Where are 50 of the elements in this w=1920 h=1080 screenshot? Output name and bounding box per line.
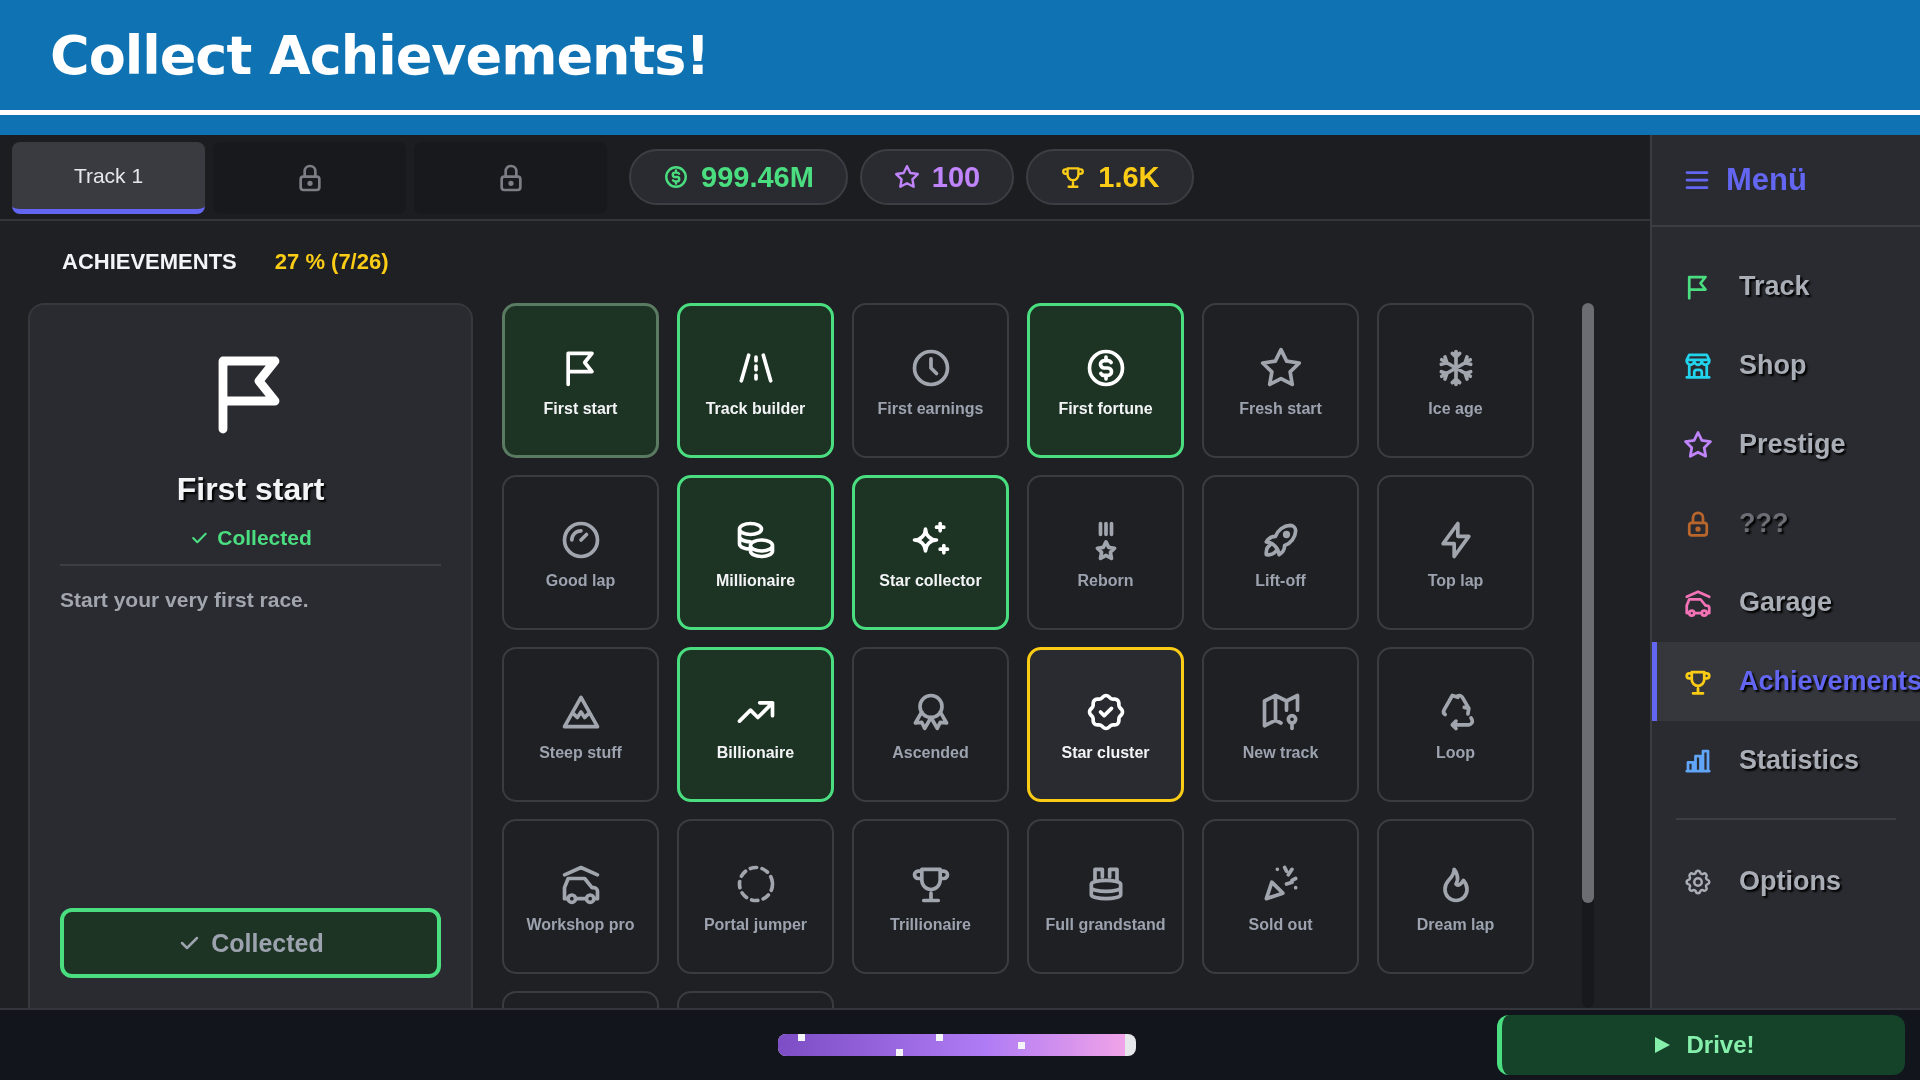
achievement-tile[interactable]: Good lap	[502, 475, 659, 630]
achievement-tile[interactable]: Steep stuff	[502, 647, 659, 802]
achievement-tile[interactable]: Ice age	[1377, 303, 1534, 458]
achievement-tile[interactable]: Billionaire	[677, 647, 834, 802]
progress-count: 27 % (7/26)	[274, 249, 389, 275]
currency-pill: 999.46M	[629, 149, 848, 205]
achievement-tile[interactable]: Dream lap	[1377, 819, 1534, 974]
sparkle	[936, 1034, 943, 1041]
track-tab[interactable]	[213, 142, 406, 214]
menu-item[interactable]: Garage	[1652, 563, 1920, 642]
achievement-tile[interactable]: First start	[502, 303, 659, 458]
achievement-tile[interactable]: Full grandstand	[1027, 819, 1184, 974]
achievement-tile[interactable]: First earnings	[852, 303, 1009, 458]
achievement-tile[interactable]: Top lap	[1377, 475, 1534, 630]
status-text: Collected	[217, 526, 312, 550]
achievement-tile[interactable]: Loop	[1377, 647, 1534, 802]
sparkle	[896, 1049, 903, 1056]
menu-item[interactable]: Prestige	[1652, 405, 1920, 484]
achievement-tile[interactable]: Star collector	[852, 475, 1009, 630]
menu-item[interactable]: Statistics	[1652, 721, 1920, 800]
menu-item[interactable]: Options	[1652, 842, 1920, 921]
achievement-tile[interactable]: First fortune	[1027, 303, 1184, 458]
achievement-tile[interactable]: New track	[1202, 647, 1359, 802]
sparkle	[1018, 1042, 1025, 1049]
track-tab[interactable]: Track 1	[12, 142, 205, 214]
achievement-tile[interactable]: Portal jumper	[677, 819, 834, 974]
currency-pill: 1.6K	[1026, 149, 1194, 205]
drive-button[interactable]: Drive!	[1497, 1015, 1905, 1075]
achievement-tile[interactable]: Reborn	[1027, 475, 1184, 630]
page-title: Collect Achievements!	[50, 23, 710, 87]
track-tab[interactable]	[414, 142, 607, 214]
achievement-tile[interactable]: Trillionaire	[852, 819, 1009, 974]
achievement-tile[interactable]: Star cluster	[1027, 647, 1184, 802]
achievement-tile[interactable]: Sold out	[1202, 819, 1359, 974]
menu-item[interactable]: Shop	[1652, 326, 1920, 405]
achievement-tile[interactable]: Workshop pro	[502, 819, 659, 974]
section-title: ACHIEVEMENTS	[62, 249, 237, 275]
currency-pill: 100	[859, 149, 1015, 205]
achievement-tile[interactable]: Lift-off	[1202, 475, 1359, 630]
achievement-tile[interactable]: Track builder	[677, 303, 834, 458]
menu-title: Menü	[1726, 162, 1807, 198]
achievement-tile[interactable]: Millionaire	[677, 475, 834, 630]
achievement-tile[interactable]: Fresh start	[1202, 303, 1359, 458]
achievement-title: First start	[176, 471, 325, 508]
scrollbar[interactable]	[1582, 303, 1594, 1008]
sparkle	[798, 1034, 805, 1041]
collect-button[interactable]: Collected	[60, 908, 441, 978]
achievement-tile[interactable]: Ascended	[852, 647, 1009, 802]
achievement-description: Start your very first race.	[60, 588, 310, 612]
menu-item[interactable]: Track	[1652, 247, 1920, 326]
